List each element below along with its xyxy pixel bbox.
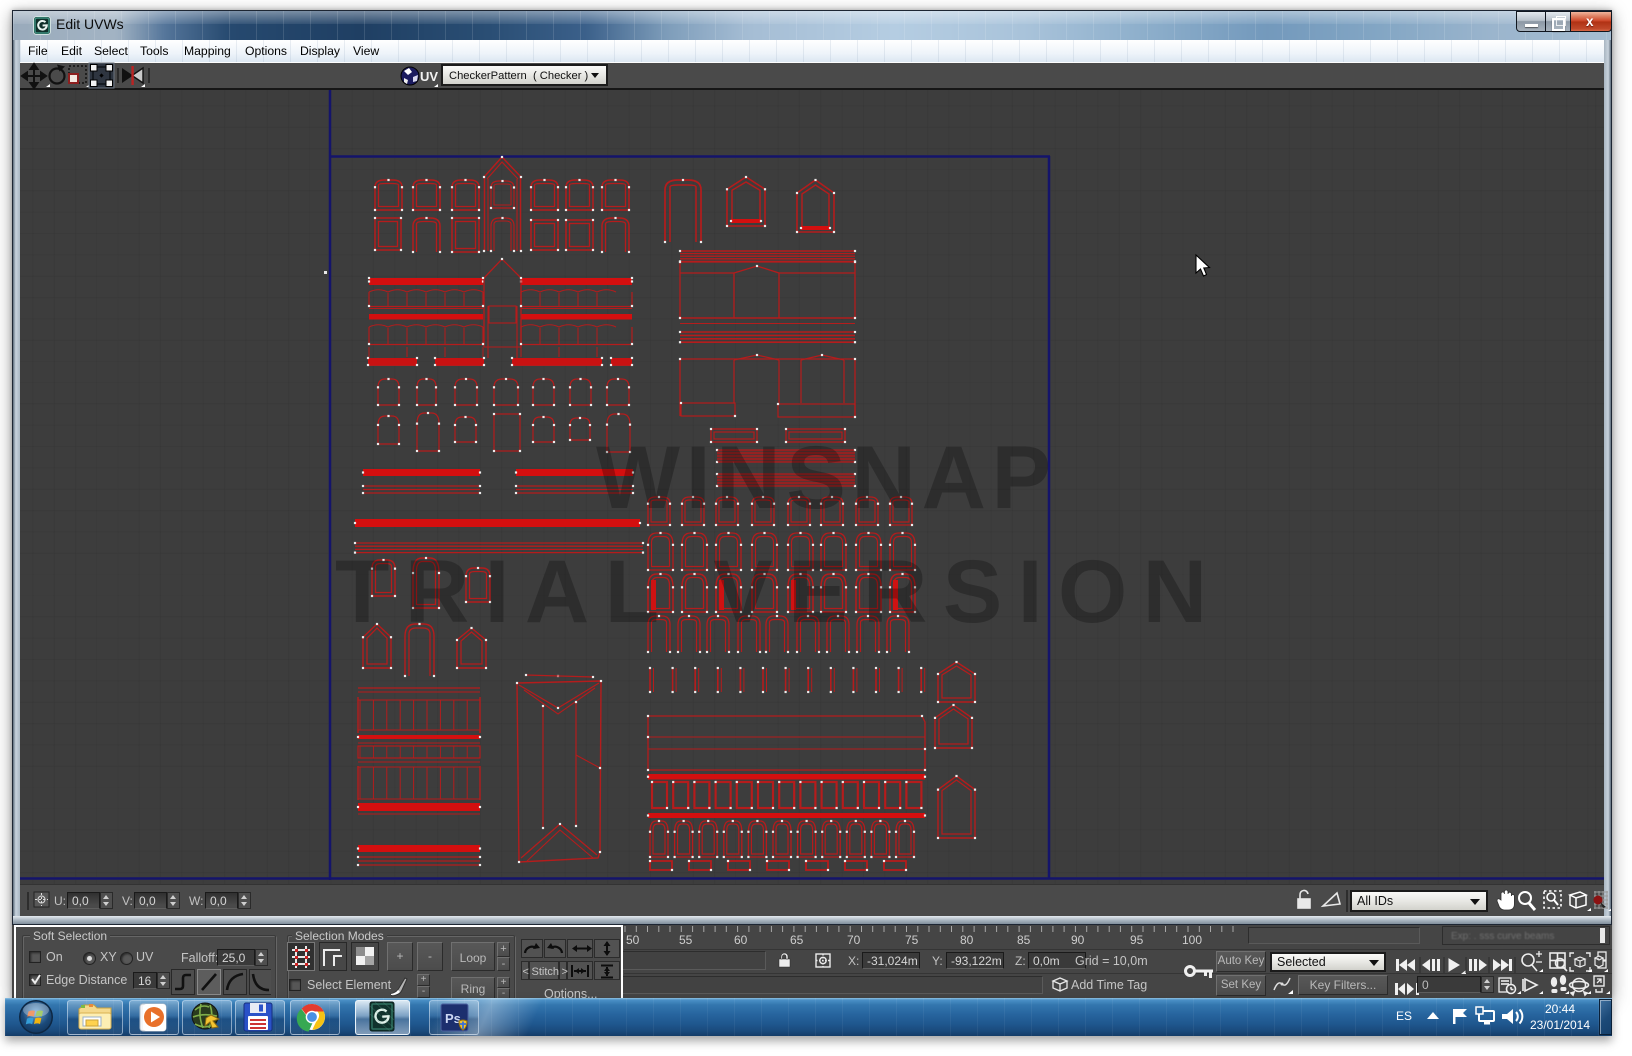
svg-text:TRIAL VERSION: TRIAL VERSION bbox=[335, 541, 1207, 641]
svg-text:Stitch: Stitch bbox=[532, 966, 560, 978]
svg-text:Ps: Ps bbox=[445, 1011, 461, 1026]
svg-text:<: < bbox=[523, 966, 529, 978]
svg-text:UV: UV bbox=[420, 69, 438, 84]
svg-text:WINSNAP: WINSNAP bbox=[596, 427, 1051, 527]
svg-text:>: > bbox=[562, 966, 568, 978]
